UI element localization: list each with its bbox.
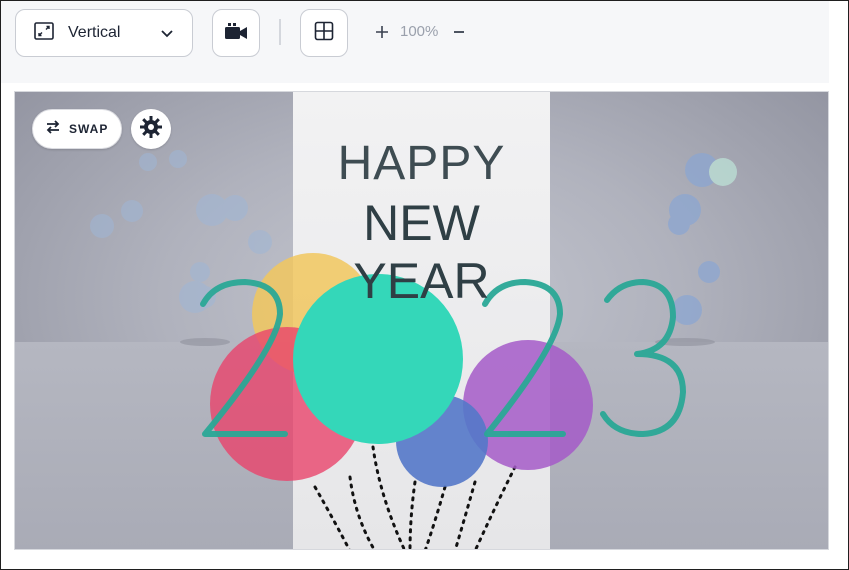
grid-layout-icon bbox=[314, 21, 334, 46]
orientation-select[interactable]: Vertical bbox=[15, 9, 193, 57]
design-canvas[interactable]: HAPPY NEW YEAR SWAP bbox=[14, 91, 829, 550]
toolbar-divider bbox=[279, 19, 281, 45]
resize-icon bbox=[34, 21, 54, 45]
zoom-out-icon[interactable] bbox=[449, 21, 469, 43]
gear-icon bbox=[139, 115, 163, 144]
chevron-down-icon bbox=[160, 26, 174, 45]
swap-icon bbox=[45, 119, 61, 140]
zoom-level: 100% bbox=[400, 23, 439, 40]
card-heading-new-year: NEW YEAR bbox=[353, 195, 490, 309]
settings-button[interactable] bbox=[131, 109, 171, 149]
video-camera-icon bbox=[224, 22, 248, 45]
swap-button[interactable]: SWAP bbox=[32, 109, 122, 149]
camera-button[interactable] bbox=[212, 9, 260, 57]
right-margin bbox=[829, 1, 847, 569]
card-heading-happy: HAPPY bbox=[337, 137, 506, 190]
swap-label: SWAP bbox=[69, 122, 109, 136]
grid-button[interactable] bbox=[300, 9, 348, 57]
zoom-in-icon[interactable] bbox=[372, 21, 392, 43]
orientation-label: Vertical bbox=[68, 24, 121, 41]
